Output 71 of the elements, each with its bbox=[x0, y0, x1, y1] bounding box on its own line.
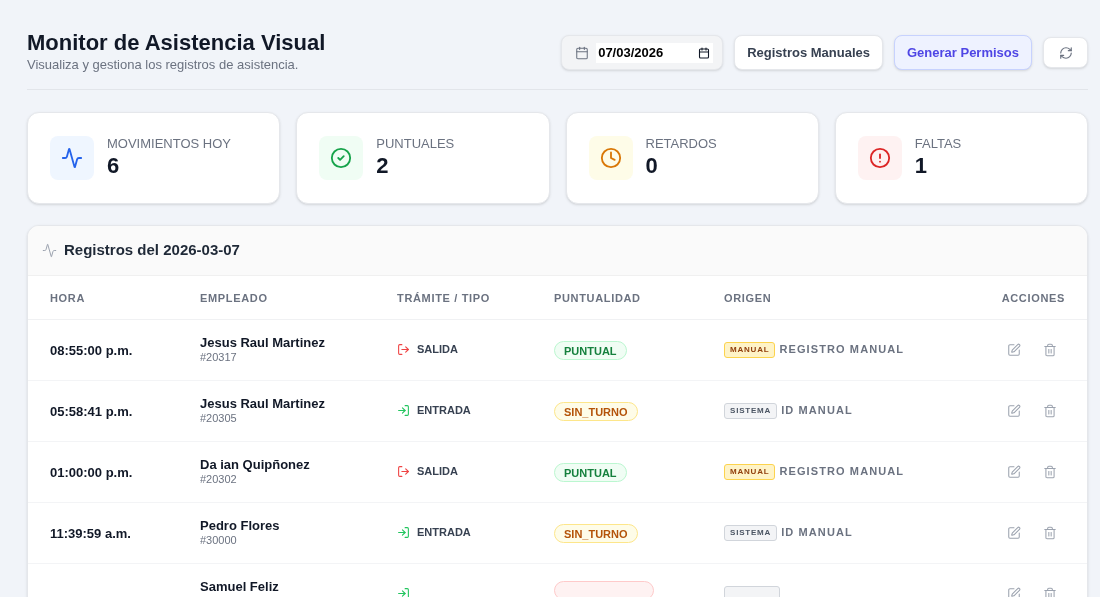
origin-tag: MANUAL bbox=[724, 463, 776, 480]
movement-type: ENTRADA bbox=[417, 525, 471, 541]
calendar-icon bbox=[698, 46, 711, 59]
origin-label: ID MANUAL bbox=[781, 525, 853, 541]
exit-arrow-icon bbox=[397, 343, 410, 356]
trash-icon bbox=[1043, 586, 1057, 597]
column-header: TRÁMITE / TIPO bbox=[397, 292, 490, 305]
calendar-icon bbox=[575, 45, 590, 60]
employee-name: Samuel Feliz bbox=[200, 579, 280, 594]
edit-icon bbox=[1007, 342, 1021, 357]
panel-title: Registros del 2026-03-07 bbox=[64, 240, 240, 261]
refresh-button[interactable] bbox=[1043, 37, 1088, 68]
employee-name: Da ian Quipñonez bbox=[200, 457, 311, 472]
employee-id: #20302 bbox=[200, 472, 237, 486]
punctuality-pill: PUNTUAL bbox=[554, 463, 627, 483]
date-field[interactable]: 07/03/2026 bbox=[596, 42, 714, 63]
stat-value: 1 bbox=[914, 152, 928, 180]
enter-arrow-icon bbox=[397, 404, 410, 417]
generate-permits-button[interactable]: Generar Permisos bbox=[894, 35, 1032, 70]
employee-id: #30000 bbox=[200, 533, 237, 547]
column-header: ACCIONES bbox=[1001, 292, 1065, 305]
origin-tag: SISTEMA bbox=[724, 402, 778, 419]
stat-value: 6 bbox=[107, 152, 121, 180]
enter-arrow-icon bbox=[397, 526, 410, 539]
trash-icon bbox=[1043, 464, 1057, 479]
edit-icon bbox=[1007, 586, 1021, 597]
refresh-icon bbox=[1058, 45, 1073, 60]
employee-name: Jesus Raul Martinez bbox=[200, 396, 326, 411]
trash-icon bbox=[1043, 525, 1057, 540]
time-cell: 05:58:41 p.m. bbox=[50, 403, 133, 419]
time-cell: 08:55:00 p.m. bbox=[50, 342, 133, 358]
pulse-icon bbox=[50, 136, 94, 180]
employee-name: Pedro Flores bbox=[200, 518, 281, 533]
stat-label: RETARDOS bbox=[645, 136, 717, 152]
origin-tag: MANUAL bbox=[724, 341, 776, 358]
employee-id: #20317 bbox=[200, 350, 237, 364]
origin-label: REGISTRO MANUAL bbox=[779, 342, 905, 358]
employee-name: Jesus Raul Martinez bbox=[200, 335, 326, 350]
punctuality-pill: SIN_TURNO bbox=[554, 402, 638, 422]
column-header: PUNTUALIDAD bbox=[554, 292, 641, 305]
stat-value: 2 bbox=[376, 152, 390, 180]
origin-label: ID MANUAL bbox=[781, 403, 853, 419]
stat-label: PUNTUALES bbox=[376, 136, 455, 152]
punctuality-pill: PUNTUAL bbox=[554, 341, 627, 361]
column-header: HORA bbox=[50, 292, 86, 305]
clock-icon bbox=[588, 136, 633, 180]
movement-type: SALIDA bbox=[417, 342, 458, 358]
movement-type: SALIDA bbox=[417, 464, 458, 480]
edit-icon bbox=[1007, 464, 1021, 479]
page-title: Monitor de Asistencia Visual bbox=[27, 30, 326, 56]
employee-id: #20305 bbox=[200, 411, 237, 425]
punctuality-pill: SIN_TURNO bbox=[554, 524, 638, 544]
movement-type: ENTRADA bbox=[417, 403, 471, 419]
pulse-icon bbox=[42, 243, 57, 258]
trash-icon bbox=[1043, 403, 1057, 418]
column-header: EMPLEADO bbox=[200, 292, 268, 305]
time-cell: 01:00:00 p.m. bbox=[50, 464, 133, 480]
origin-tag: SISTEMA bbox=[724, 524, 778, 541]
manual-records-button[interactable]: Registros Manuales bbox=[734, 35, 883, 70]
stat-label: MOVIMIENTOS HOY bbox=[107, 136, 231, 152]
edit-icon bbox=[1007, 525, 1021, 540]
edit-icon bbox=[1007, 403, 1021, 418]
stat-label: FALTAS bbox=[914, 136, 962, 152]
origin-label: REGISTRO MANUAL bbox=[779, 464, 905, 480]
stat-value: 0 bbox=[645, 152, 659, 180]
exit-arrow-icon bbox=[397, 465, 410, 478]
column-header: ORIGEN bbox=[724, 292, 772, 305]
trash-icon bbox=[1043, 342, 1057, 357]
time-cell: 11:39:59 a.m. bbox=[50, 525, 131, 541]
page-subtitle: Visualiza y gestiona los registros de asistencia. bbox=[27, 56, 300, 74]
enter-arrow-icon bbox=[397, 587, 410, 597]
